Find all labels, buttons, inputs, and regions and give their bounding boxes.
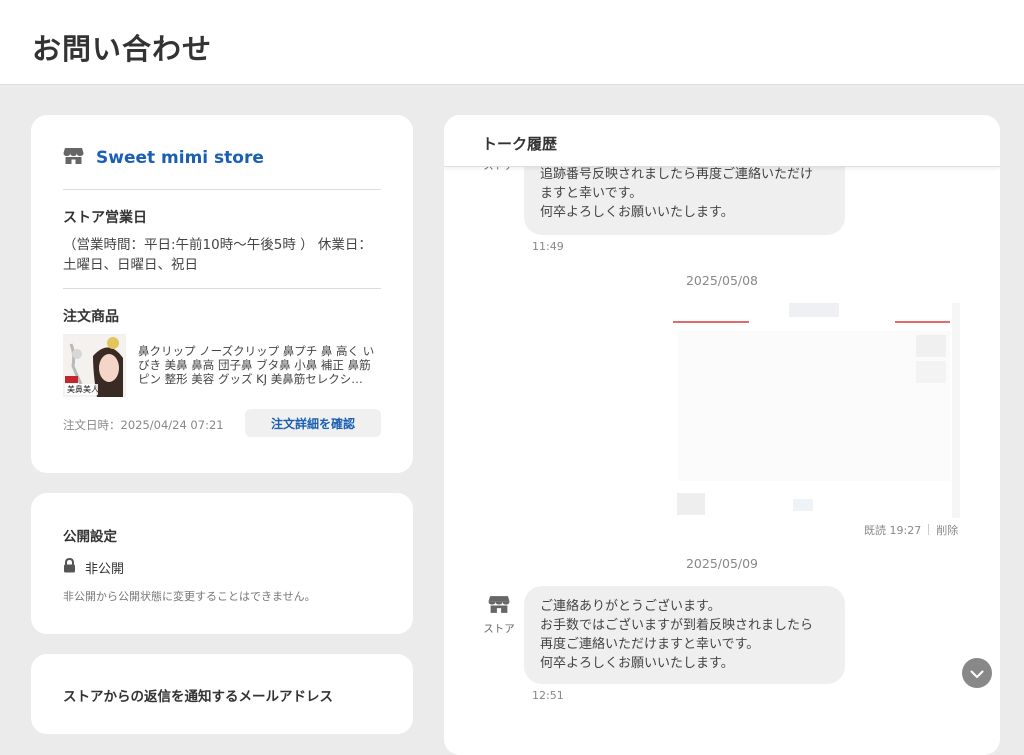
read-status: 既読 19:27 xyxy=(864,524,922,537)
chevron-down-icon xyxy=(970,664,984,683)
divider xyxy=(63,189,381,190)
public-settings-note: 非公開から公開状態に変更することはできません。 xyxy=(63,590,316,603)
image-meta: 既読 19:27 削除 xyxy=(864,522,958,538)
message-time: 11:49 xyxy=(532,240,564,253)
message-line: 再度ご連絡いただけますと幸いです。 xyxy=(540,637,760,652)
message-bubble: ご連絡ありがとうございます。 お手数ではございますが到着反映されましたら 再度ご… xyxy=(524,586,845,684)
business-hours-text: （営業時間：平日:午前10時〜午後5時 ） 休業日：土曜日、日曜日、祝日 xyxy=(63,237,372,273)
public-status: 非公開 xyxy=(63,557,125,577)
public-settings-card: 公開設定 非公開 非公開から公開状態に変更することはできません。 xyxy=(31,493,413,634)
store-icon xyxy=(63,147,84,169)
scroll-to-bottom-button[interactable] xyxy=(962,658,992,688)
email-notify-card: ストアからの返信を通知するメールアドレス xyxy=(31,654,413,734)
talk-history-card: トーク履歴 ストア 追跡番号反映されましたら再度ご連絡いただけ ますと幸いです。… xyxy=(444,115,1000,755)
store-name-link[interactable]: Sweet mimi store xyxy=(96,148,264,168)
header-bar: お問い合わせ xyxy=(0,0,1024,85)
store-avatar-label: ストア xyxy=(483,623,515,635)
store-info-card: Sweet mimi store ストア営業日 （営業時間：平日:午前10時〜午… xyxy=(31,115,413,473)
store-avatar: ストア xyxy=(479,595,519,636)
message-line: お手数ではございますが到着反映されましたら xyxy=(540,618,814,633)
date-separator: 2025/05/09 xyxy=(685,556,759,571)
message-line: ますと幸いです。 xyxy=(540,186,643,201)
date-separator: 2025/05/08 xyxy=(685,273,759,288)
ordered-product-title: 注文商品 xyxy=(63,309,119,325)
page-title: お問い合わせ xyxy=(32,32,213,66)
divider xyxy=(63,288,381,289)
message-time: 12:51 xyxy=(532,689,564,702)
delete-link[interactable]: 削除 xyxy=(936,524,958,537)
public-settings-title: 公開設定 xyxy=(63,529,117,545)
store-icon xyxy=(488,596,510,618)
order-date: 注文日時：2025/04/24 07:21 xyxy=(63,418,224,432)
business-days-title: ストア営業日 xyxy=(63,210,147,226)
order-detail-button[interactable]: 注文詳細を確認 xyxy=(245,409,381,437)
lock-icon xyxy=(63,557,76,577)
product-name-link[interactable]: 鼻クリップ ノーズクリップ 鼻プチ 鼻 高く いびき 美鼻 鼻高 団子鼻 ブタ鼻… xyxy=(138,344,380,386)
divider xyxy=(928,524,930,535)
thumbnail-caption: 美鼻美人 xyxy=(67,385,99,394)
talk-header: トーク履歴 xyxy=(444,115,1000,167)
message-line: ご連絡ありがとうございます。 xyxy=(540,599,721,614)
email-notify-title: ストアからの返信を通知するメールアドレス xyxy=(63,689,333,705)
product-thumbnail[interactable]: 美鼻美人 xyxy=(63,334,126,397)
sent-image[interactable] xyxy=(673,303,960,518)
message-line: 追跡番号反映されましたら再度ご連絡いただけ xyxy=(540,167,814,182)
message-line: 何卒よろしくお願いいたします。 xyxy=(540,205,734,220)
public-status-label: 非公開 xyxy=(85,562,125,577)
store-header[interactable]: Sweet mimi store xyxy=(63,147,264,169)
talk-history-title: トーク履歴 xyxy=(482,135,558,153)
message-line: 何卒よろしくお願いいたします。 xyxy=(540,656,734,671)
